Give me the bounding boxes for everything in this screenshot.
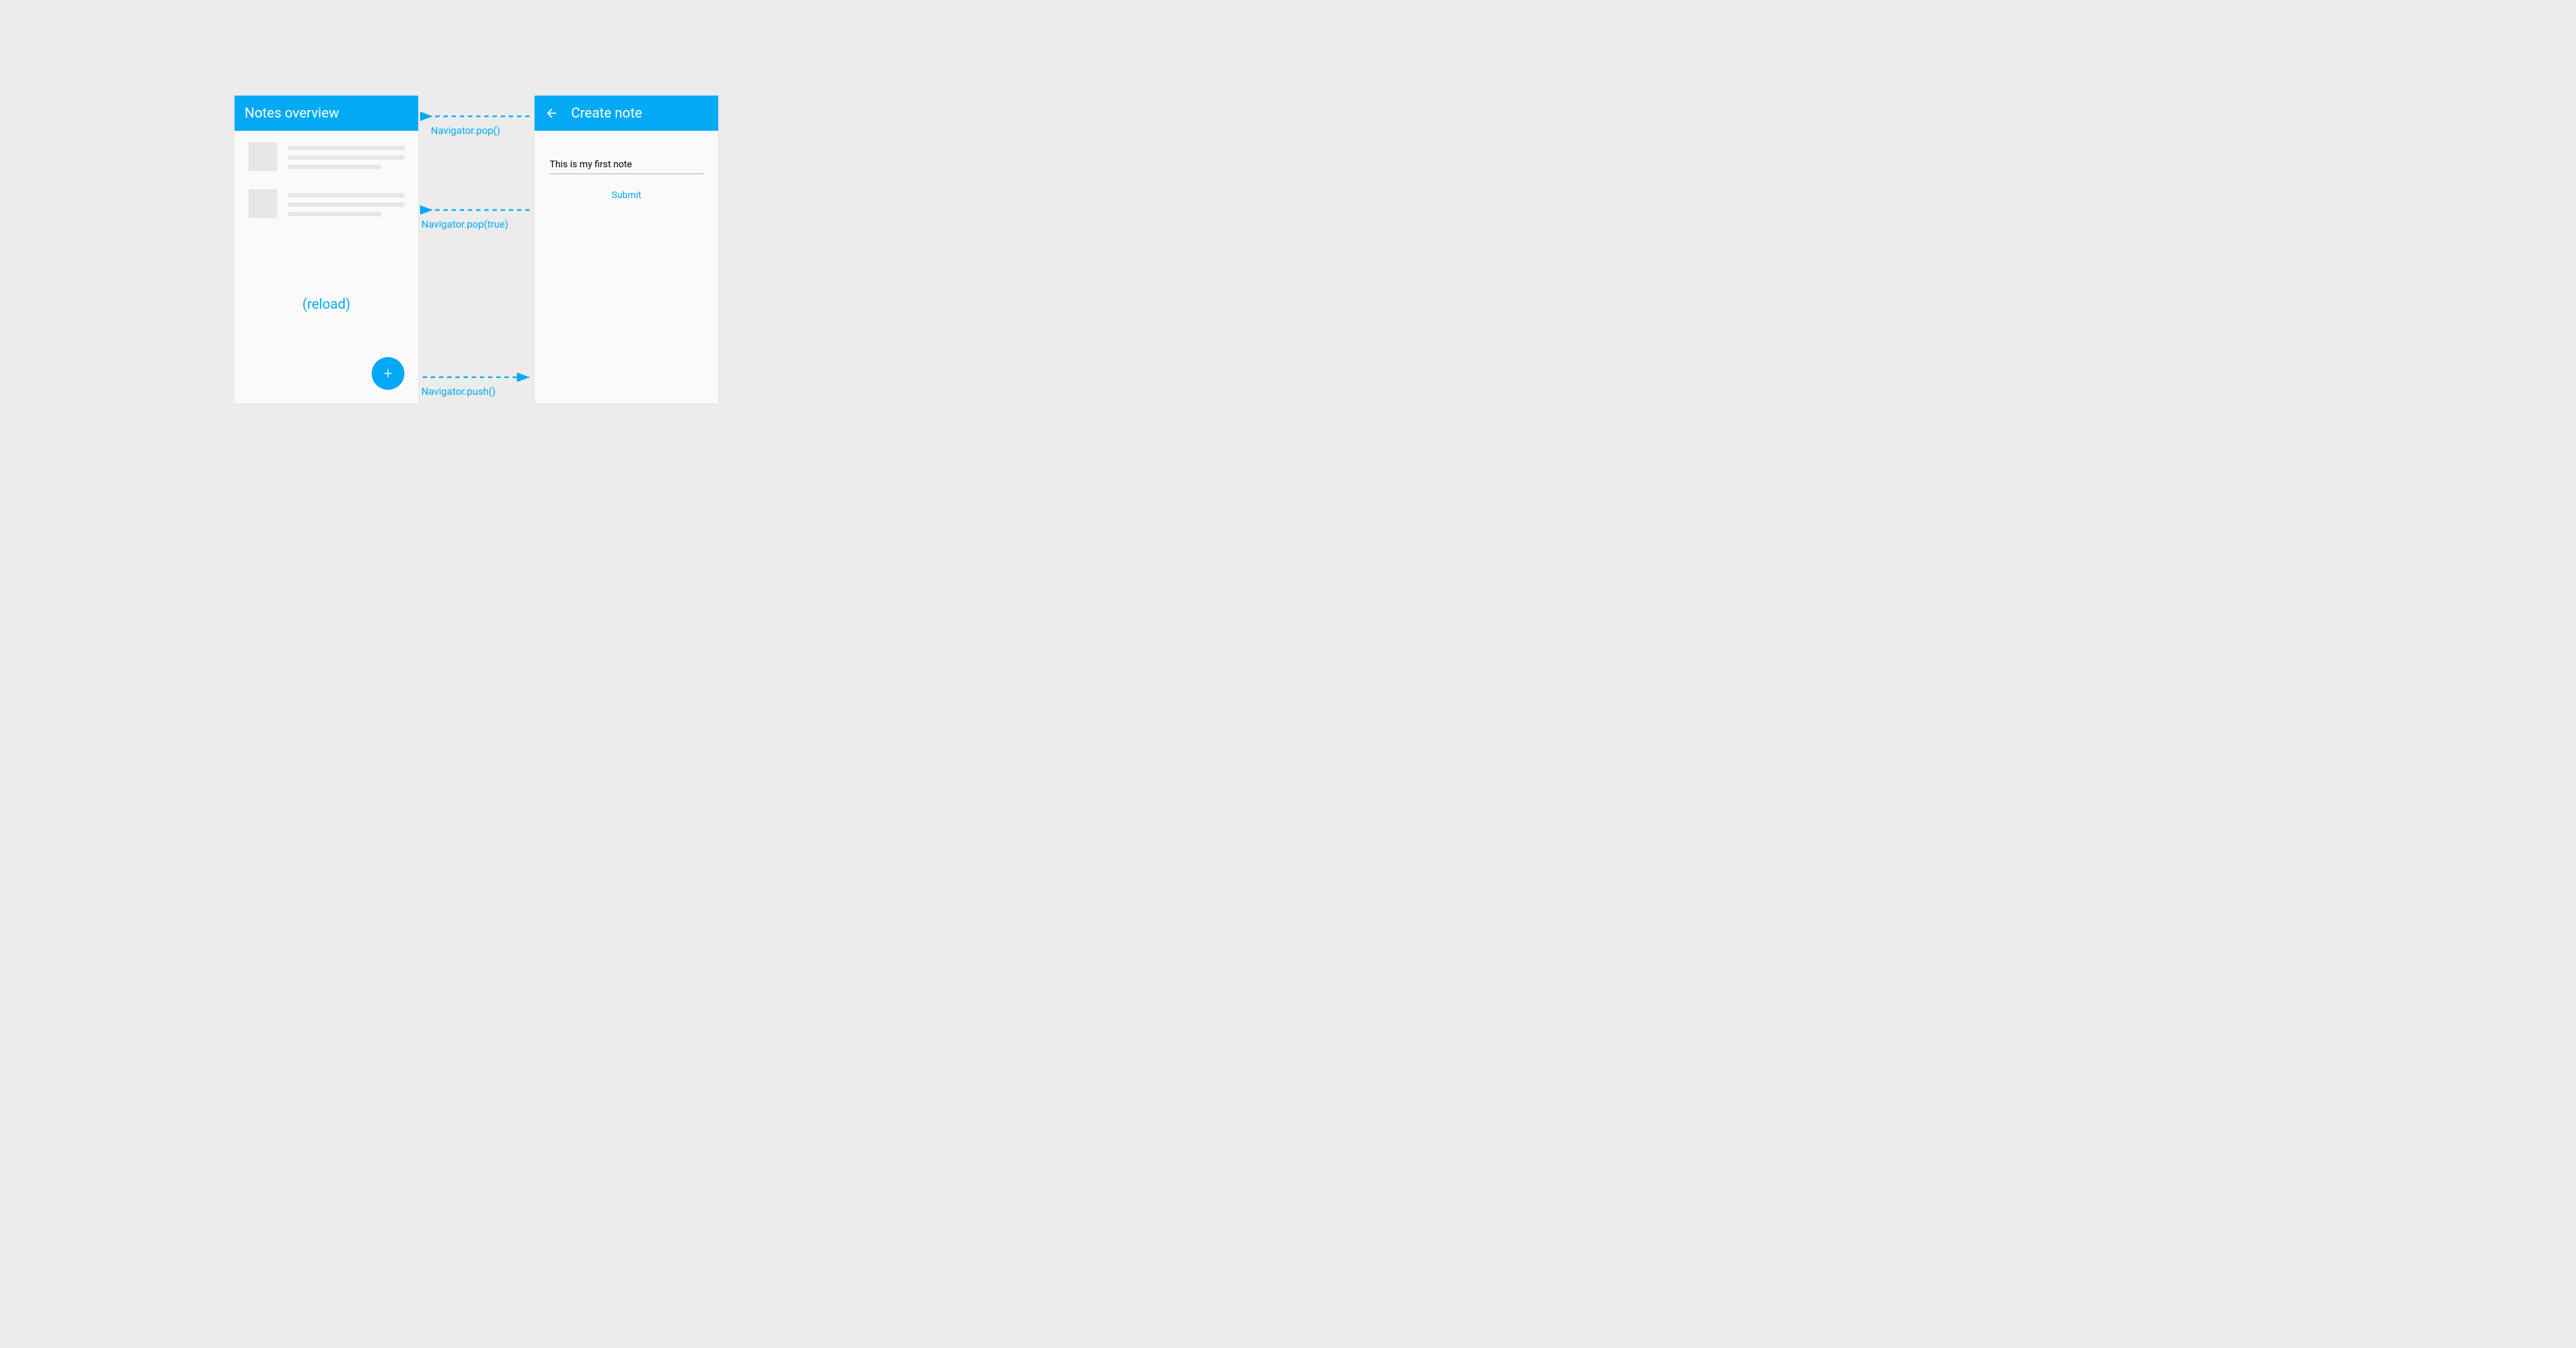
thumbnail-placeholder [248,189,277,218]
appbar-title: Create note [571,106,642,121]
skeleton-line [287,193,404,197]
thumbnail-placeholder [248,142,277,171]
arrow-left-icon [545,106,558,120]
back-button[interactable] [545,106,558,120]
screen-create-note: Create note Submit [535,96,718,404]
appbar-overview: Notes overview [235,96,418,131]
skeleton-line [287,212,381,216]
label-navigator-pop: Navigator.pop() [431,124,500,136]
text-placeholder [287,189,404,221]
skeleton-line [287,165,381,169]
create-form: Submit [535,131,718,201]
label-navigator-pop-true: Navigator.pop(true) [421,218,508,230]
add-note-fab[interactable]: + [372,357,404,390]
skeleton-line [287,155,404,160]
navigation-arrows [0,0,953,499]
screen-notes-overview: Notes overview (reload) [235,96,418,404]
text-placeholder [287,142,404,174]
plus-icon: + [384,365,392,382]
appbar-create: Create note [535,96,718,131]
label-navigator-push: Navigator.push() [421,385,496,397]
skeleton-line [287,202,404,207]
notes-list [235,131,418,248]
list-item[interactable] [248,142,404,174]
appbar-title: Notes overview [245,106,339,121]
note-text-input[interactable] [550,156,703,174]
reload-annotation: (reload) [235,297,418,312]
skeleton-line [287,146,404,150]
submit-button[interactable]: Submit [611,189,641,201]
list-item[interactable] [248,189,404,221]
